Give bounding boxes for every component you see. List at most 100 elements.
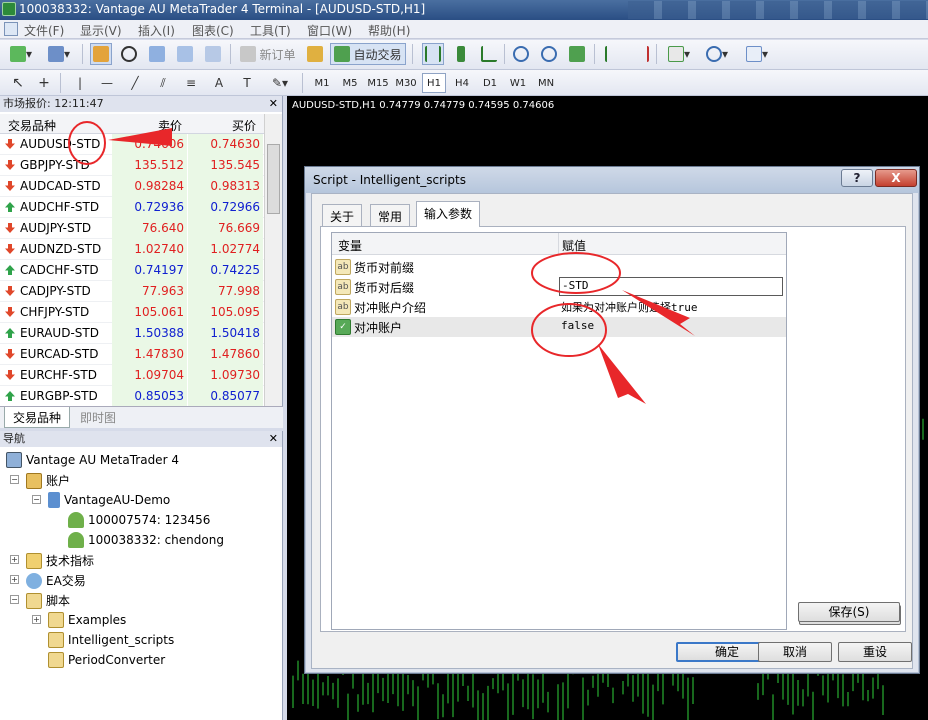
tree-experts[interactable]: EA交易 — [26, 572, 86, 589]
autoscroll-button[interactable] — [630, 43, 652, 65]
fibonacci-button[interactable]: ≡ — [180, 72, 202, 94]
periods-button[interactable]: ▾ — [700, 43, 734, 65]
param-row-prefix[interactable]: ab 货币对前缀 — [332, 257, 786, 277]
navigator-button[interactable] — [146, 43, 168, 65]
bar-chart-button[interactable] — [422, 43, 444, 65]
zoom-in-button[interactable] — [510, 43, 532, 65]
market-watch-row[interactable]: AUDCHF-STD 0.72936 0.72966 — [0, 197, 264, 218]
auto-trading-button[interactable]: 自动交易 — [330, 43, 406, 65]
tab-symbols[interactable]: 交易品种 — [4, 407, 71, 428]
tree-script-intelligent[interactable]: Intelligent_scripts — [48, 632, 174, 648]
market-watch-row[interactable]: CHFJPY-STD 105.061 105.095 — [0, 302, 264, 323]
collapse-icon[interactable]: − — [10, 475, 19, 484]
timeframe-w1[interactable]: W1 — [506, 73, 530, 93]
market-watch-row[interactable]: AUDCAD-STD 0.98284 0.98313 — [0, 176, 264, 197]
collapse-icon[interactable]: − — [10, 595, 19, 604]
expand-icon[interactable]: + — [10, 575, 19, 584]
new-order-button[interactable]: 新订单 — [236, 43, 300, 65]
tree-account-2[interactable]: 100038332: chendong — [68, 532, 224, 548]
market-watch-row[interactable]: EURCAD-STD 1.47830 1.47860 — [0, 344, 264, 365]
timeframe-h1[interactable]: H1 — [422, 73, 446, 93]
crosshair-button[interactable]: + — [34, 72, 54, 94]
candlestick-button[interactable] — [450, 43, 472, 65]
market-watch-row[interactable]: CADCHF-STD 0.74197 0.74225 — [0, 260, 264, 281]
timeframe-mn[interactable]: MN — [534, 73, 558, 93]
market-watch-row[interactable]: EURGBP-STD 0.85053 0.85077 — [0, 386, 264, 407]
metaeditor-button[interactable] — [304, 43, 326, 65]
tree-root[interactable]: Vantage AU MetaTrader 4 — [6, 452, 179, 468]
tab-inputs[interactable]: 输入参数 — [416, 201, 481, 227]
column-ask[interactable]: 买价 — [232, 117, 256, 134]
market-watch-row[interactable]: CADJPY-STD 77.963 77.998 — [0, 281, 264, 302]
scrollbar-thumb[interactable] — [267, 144, 280, 214]
timeframe-m30[interactable]: M30 — [394, 73, 418, 93]
close-icon[interactable]: ✕ — [269, 431, 278, 447]
param-row-hedge-info[interactable]: ab 对冲账户介绍 如果为对冲账户则选择true — [332, 297, 786, 317]
arrows-button[interactable]: ✎▾ — [264, 72, 296, 94]
tree-accounts[interactable]: 账户 — [26, 472, 70, 489]
tree-indicators[interactable]: 技术指标 — [26, 552, 94, 569]
text-button[interactable]: A — [208, 72, 230, 94]
market-watch-row[interactable]: EURCHF-STD 1.09704 1.09730 — [0, 365, 264, 386]
reset-button[interactable]: 重设 — [838, 642, 912, 662]
market-watch-row[interactable]: EURAUD-STD 1.50388 1.50418 — [0, 323, 264, 344]
equidistant-channel-button[interactable]: ⫽ — [152, 72, 174, 94]
market-watch-scrollbar[interactable] — [264, 114, 282, 406]
collapse-icon[interactable]: − — [32, 495, 41, 504]
menu-file[interactable]: 文件(F) — [24, 22, 64, 39]
tree-server[interactable]: VantageAU-Demo — [48, 492, 170, 508]
tree-account-1[interactable]: 100007574: 123456 — [68, 512, 210, 528]
strategy-tester-button[interactable] — [202, 43, 224, 65]
close-icon[interactable]: ✕ — [269, 96, 278, 112]
tab-tick-chart[interactable]: 即时图 — [72, 407, 124, 428]
menu-view[interactable]: 显示(V) — [80, 22, 122, 39]
menu-tools[interactable]: 工具(T) — [250, 22, 291, 39]
timeframe-m5[interactable]: M5 — [338, 73, 362, 93]
tree-script-periodconverter[interactable]: PeriodConverter — [48, 652, 165, 668]
profiles-button[interactable]: ▾ — [44, 43, 74, 65]
line-chart-button[interactable] — [478, 43, 500, 65]
param-value[interactable]: 如果为对冲账户则选择true — [561, 299, 698, 315]
tree-scripts[interactable]: 脚本 — [26, 592, 70, 609]
cursor-button[interactable]: ↖ — [8, 72, 28, 94]
document-icon[interactable] — [4, 22, 18, 36]
menu-help[interactable]: 帮助(H) — [368, 22, 410, 39]
tab-common[interactable]: 常用 — [370, 204, 411, 226]
save-button[interactable]: 保存(S) — [798, 602, 900, 622]
tree-script-examples[interactable]: Examples — [48, 612, 126, 628]
new-chart-button[interactable]: ▾ — [6, 43, 36, 65]
trendline-button[interactable]: ╱ — [124, 72, 146, 94]
market-watch-row[interactable]: AUDUSD-STD 0.74606 0.74630 — [0, 134, 264, 155]
timeframe-m15[interactable]: M15 — [366, 73, 390, 93]
vertical-line-button[interactable]: | — [70, 72, 90, 94]
indicators-button[interactable]: ▾ — [664, 43, 694, 65]
menu-window[interactable]: 窗口(W) — [307, 22, 352, 39]
cancel-button[interactable]: 取消 — [758, 642, 832, 662]
market-watch-row[interactable]: AUDNZD-STD 1.02740 1.02774 — [0, 239, 264, 260]
timeframe-m1[interactable]: M1 — [310, 73, 334, 93]
expand-icon[interactable]: + — [10, 555, 19, 564]
market-watch-row[interactable]: GBPJPY-STD 135.512 135.545 — [0, 155, 264, 176]
terminal-button[interactable] — [174, 43, 196, 65]
menu-insert[interactable]: 插入(I) — [138, 22, 175, 39]
close-button[interactable]: X — [875, 169, 917, 187]
data-window-button[interactable] — [118, 43, 140, 65]
param-row-hedge-account[interactable]: ✓ 对冲账户 false — [332, 317, 786, 337]
param-value-input[interactable]: -STD — [559, 277, 783, 296]
market-watch-row[interactable]: AUDJPY-STD 76.640 76.669 — [0, 218, 264, 239]
tab-about[interactable]: 关于 — [322, 204, 363, 226]
templates-button[interactable]: ▾ — [740, 43, 774, 65]
timeframe-d1[interactable]: D1 — [478, 73, 502, 93]
column-symbol[interactable]: 交易品种 — [8, 117, 56, 134]
text-label-button[interactable]: T — [236, 72, 258, 94]
market-watch-button[interactable] — [90, 43, 112, 65]
help-button[interactable]: ? — [841, 169, 873, 187]
horizontal-line-button[interactable]: — — [96, 72, 118, 94]
chart-shift-button[interactable] — [602, 43, 624, 65]
zoom-out-button[interactable] — [538, 43, 560, 65]
timeframe-h4[interactable]: H4 — [450, 73, 474, 93]
param-value[interactable]: false — [561, 319, 594, 332]
dialog-titlebar[interactable]: Script - Intelligent_scripts — [305, 167, 919, 193]
menu-charts[interactable]: 图表(C) — [192, 22, 234, 39]
tile-windows-button[interactable] — [566, 43, 588, 65]
